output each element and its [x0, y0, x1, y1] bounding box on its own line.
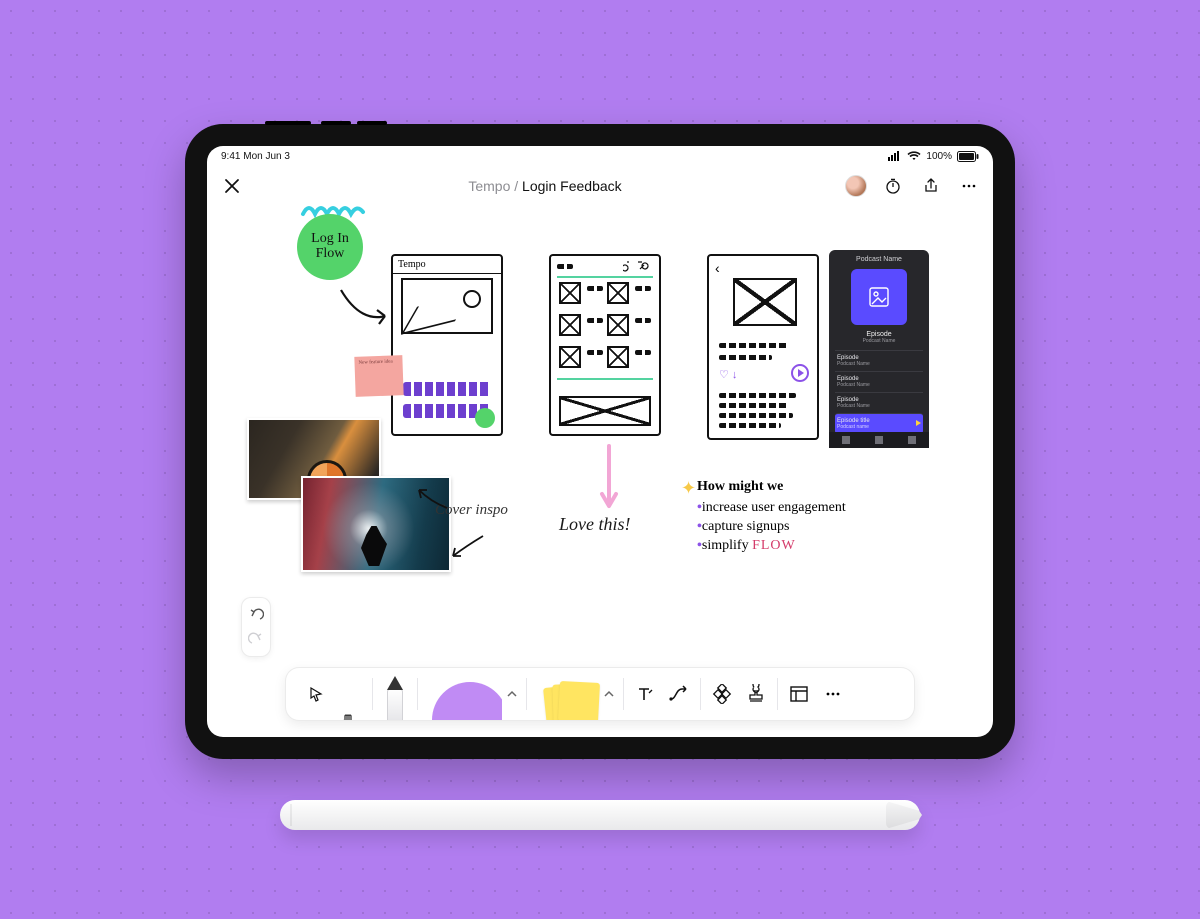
arrow-down-icon	[599, 444, 619, 514]
wifi-icon	[907, 151, 921, 161]
podcast-header: Podcast Name	[835, 256, 923, 263]
canvas[interactable]: Log In Flow Tempo New feature idea	[207, 206, 993, 671]
statusbar-time: 9:41 Mon Jun 3	[221, 151, 290, 162]
hw-button	[265, 121, 311, 125]
podcast-row: EpisodePodcast Name	[835, 392, 923, 413]
sticky-options[interactable]	[599, 668, 619, 720]
timer-button[interactable]	[881, 174, 905, 198]
wf-top-icons	[557, 260, 653, 272]
wireframe-home[interactable]: Tempo	[391, 254, 503, 436]
stamp-icon	[746, 684, 766, 704]
pointer-icon	[308, 686, 324, 702]
battery-percent: 100%	[926, 151, 952, 162]
image-placeholder	[401, 278, 493, 334]
hmw-title: How might we	[697, 478, 846, 497]
close-icon	[224, 178, 240, 194]
avatar[interactable]	[845, 175, 867, 197]
more-icon	[824, 685, 842, 703]
undo-icon	[248, 607, 264, 623]
connector-icon	[668, 684, 690, 704]
podcast-episode-sub: Podcast Name	[835, 338, 923, 344]
timer-icon	[884, 177, 902, 195]
sticky-tool[interactable]	[545, 672, 599, 720]
podcast-row: EpisodePodcast Name	[835, 350, 923, 371]
breadcrumb-separator: /	[514, 178, 518, 194]
podcast-tabbar	[829, 432, 929, 448]
hand-tool[interactable]	[336, 694, 360, 721]
pointer-tool[interactable]	[304, 668, 328, 720]
arrow-icon	[335, 284, 395, 332]
podcast-cover	[851, 269, 907, 325]
podcast-episode-title: Episode	[835, 331, 923, 338]
share-button[interactable]	[919, 174, 943, 198]
arrow-icon	[411, 484, 451, 514]
podcast-ui-mock[interactable]: Podcast Name Episode Podcast Name Episod…	[829, 250, 929, 448]
sticky-note[interactable]: New feature idea	[354, 355, 403, 397]
shape-options[interactable]	[502, 668, 522, 720]
chevron-up-icon	[507, 689, 517, 699]
wireframe-grid[interactable]	[549, 254, 661, 436]
history-panel	[241, 597, 271, 657]
connector-tool[interactable]	[662, 668, 696, 720]
status-bar: 9:41 Mon Jun 3 100%	[207, 146, 993, 166]
undo-button[interactable]	[242, 603, 270, 627]
text-icon	[635, 684, 655, 704]
stamp-tool[interactable]	[739, 668, 773, 720]
star-icon: ✦	[681, 476, 696, 500]
breadcrumb-parent: Tempo	[468, 178, 510, 194]
top-nav: Tempo / Login Feedback	[207, 166, 993, 206]
hmw-item: capture signups	[697, 518, 846, 537]
image-icon	[868, 286, 890, 308]
arrow-icon	[447, 532, 487, 562]
toolbar-more[interactable]	[816, 668, 850, 720]
toolbar	[285, 667, 915, 721]
chevron-up-icon	[604, 689, 614, 699]
text-tool[interactable]	[628, 668, 662, 720]
redo-button[interactable]	[242, 627, 270, 651]
breadcrumb[interactable]: Tempo / Login Feedback	[245, 178, 845, 194]
hmw-item: increase user engagement	[697, 499, 846, 518]
fab-placeholder	[475, 408, 495, 428]
more-icon	[960, 177, 978, 195]
play-icon	[791, 364, 809, 382]
podcast-row-selected: Episode titlePodcast name	[835, 413, 923, 434]
signal-icon	[888, 151, 902, 161]
close-button[interactable]	[219, 173, 245, 199]
login-flow-badge[interactable]: Log In Flow	[297, 214, 363, 280]
wireframe-detail[interactable]: ‹ ♡ ↓	[707, 254, 819, 440]
breadcrumb-current: Login Feedback	[522, 178, 622, 194]
layout-tool[interactable]	[782, 668, 816, 720]
hw-button	[357, 121, 387, 125]
battery-icon	[957, 151, 979, 162]
apple-pencil	[280, 800, 920, 830]
pencil-tool[interactable]	[381, 674, 409, 720]
more-button[interactable]	[957, 174, 981, 198]
back-icon: ‹	[715, 260, 720, 276]
widgets-tool[interactable]	[705, 668, 739, 720]
hearts-icon: ♡ ↓	[719, 368, 737, 381]
image-placeholder	[733, 278, 797, 326]
scribble	[403, 382, 491, 396]
podcast-row: EpisodePodcast Name	[835, 371, 923, 392]
widgets-icon	[712, 684, 732, 704]
shape-tool[interactable]	[432, 670, 502, 720]
hw-button	[321, 121, 351, 125]
redo-icon	[248, 631, 264, 647]
wireframe-title: Tempo	[393, 256, 501, 274]
screen: 9:41 Mon Jun 3 100% Tempo /	[207, 146, 993, 737]
handwriting-hmw: ✦ How might we increase user engagement …	[697, 478, 846, 556]
ipad-frame: 9:41 Mon Jun 3 100% Tempo /	[185, 124, 1015, 759]
handwriting-love-this: Love this!	[559, 514, 631, 535]
hand-icon	[340, 712, 356, 721]
layout-icon	[789, 684, 809, 704]
share-icon	[922, 177, 940, 195]
hmw-item: simplify FLOW	[697, 537, 846, 556]
